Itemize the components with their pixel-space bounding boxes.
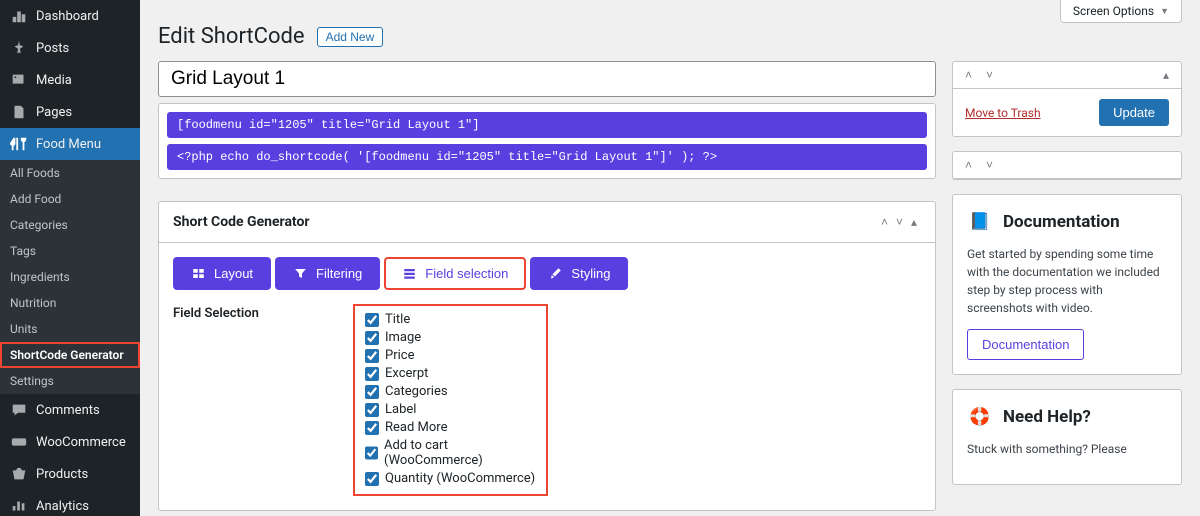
sidebar-sub-shortcode-generator[interactable]: ShortCode Generator [0,342,140,368]
sidebar-sub-all-foods[interactable]: All Foods [0,160,140,186]
field-selection-label: Field Selection [173,304,353,496]
sidebar-item-pages[interactable]: Pages [0,96,140,128]
sidebar-sub-categories[interactable]: Categories [0,212,140,238]
triangle-up-icon[interactable]: ▴ [1159,68,1173,82]
sidebar-item-woocommerce[interactable]: WooCommerce [0,426,140,458]
checkbox[interactable] [365,367,379,381]
field-read-more[interactable]: Read More [365,420,536,435]
field-image[interactable]: Image [365,330,536,345]
shortcode-generator-box: Short Code Generator ˄ ˅ ▴ LayoutFilteri… [158,201,936,511]
documentation-panel: 📘Documentation Get started by spending s… [952,194,1182,375]
code-php[interactable]: <?php echo do_shortcode( '[foodmenu id="… [167,144,927,170]
checkbox[interactable] [365,385,379,399]
chevron-up-icon[interactable]: ˄ [961,68,976,82]
sidebar-sub-add-food[interactable]: Add Food [0,186,140,212]
field-selection-checklist: Title Image Price Excerpt Categories Label Rea… [353,304,548,496]
field-price[interactable]: Price [365,348,536,363]
sidebar-item-food-menu[interactable]: Food Menu [0,128,140,160]
pages-icon [10,103,28,121]
collapsed-box: ˄ ˅ [952,151,1182,180]
triangle-up-icon[interactable]: ▴ [907,215,921,229]
add-new-button[interactable]: Add New [317,27,384,47]
sidebar-item-analytics[interactable]: Analytics [0,490,140,516]
field-categories[interactable]: Categories [365,384,536,399]
sidebar-sub-tags[interactable]: Tags [0,238,140,264]
update-button[interactable]: Update [1099,99,1169,126]
checkbox[interactable] [365,472,379,486]
shortcode-display: [foodmenu id="1205" title="Grid Layout 1… [158,103,936,179]
tab-layout[interactable]: Layout [173,257,271,290]
help-icon: 🛟 [967,404,993,430]
chevron-up-icon[interactable]: ˄ [877,215,892,229]
admin-sidebar: DashboardPostsMediaPagesFood MenuAll Foo… [0,0,140,516]
sidebar-item-dashboard[interactable]: Dashboard [0,0,140,32]
tab-filtering[interactable]: Filtering [275,257,380,290]
field-quantity-woocommerce-[interactable]: Quantity (WooCommerce) [365,471,536,486]
checkbox[interactable] [365,446,378,460]
field-add-to-cart-woocommerce-[interactable]: Add to cart (WooCommerce) [365,438,536,468]
comments-icon [10,401,28,419]
publish-box: ˄ ˅ ▴ Move to Trash Update [952,61,1182,137]
dashboard-icon [10,7,28,25]
move-to-trash-link[interactable]: Move to Trash [965,106,1041,120]
sidebar-sub-ingredients[interactable]: Ingredients [0,264,140,290]
woo-icon [10,433,28,451]
document-icon: 📘 [967,209,993,235]
sidebar-item-posts[interactable]: Posts [0,32,140,64]
products-icon [10,465,28,483]
need-help-panel: 🛟Need Help? Stuck with something? Please [952,389,1182,485]
chevron-down-icon[interactable]: ˅ [982,158,997,172]
checkbox[interactable] [365,331,379,345]
sidebar-item-comments[interactable]: Comments [0,394,140,426]
sidebar-item-products[interactable]: Products [0,458,140,490]
foodmenu-icon [10,135,28,153]
page-title: Edit ShortCode [158,24,305,49]
main-content: Screen Options▼ Edit ShortCode Add New [… [140,0,1200,516]
checkbox[interactable] [365,403,379,417]
chevron-up-icon[interactable]: ˄ [961,158,976,172]
documentation-button[interactable]: Documentation [967,329,1084,360]
metabox-title: Short Code Generator [173,214,877,230]
checkbox[interactable] [365,349,379,363]
analytics-icon [10,497,28,515]
tab-styling[interactable]: Styling [530,257,628,290]
field-label[interactable]: Label [365,402,536,417]
chevron-down-icon[interactable]: ˅ [982,68,997,82]
checkbox[interactable] [365,313,379,327]
sidebar-sub-units[interactable]: Units [0,316,140,342]
field-excerpt[interactable]: Excerpt [365,366,536,381]
field-title[interactable]: Title [365,312,536,327]
sidebar-sub-nutrition[interactable]: Nutrition [0,290,140,316]
code-shortcode[interactable]: [foodmenu id="1205" title="Grid Layout 1… [167,112,927,138]
chevron-down-icon: ▼ [1160,6,1169,17]
tab-field-selection[interactable]: Field selection [384,257,526,290]
checkbox[interactable] [365,421,379,435]
sidebar-sub-settings[interactable]: Settings [0,368,140,394]
sidebar-item-media[interactable]: Media [0,64,140,96]
media-icon [10,71,28,89]
chevron-down-icon[interactable]: ˅ [892,215,907,229]
generator-tabs: LayoutFilteringField selectionStyling [173,257,921,290]
post-title-input[interactable] [158,61,936,97]
screen-options-toggle[interactable]: Screen Options▼ [1060,0,1182,23]
pin-icon [10,39,28,57]
